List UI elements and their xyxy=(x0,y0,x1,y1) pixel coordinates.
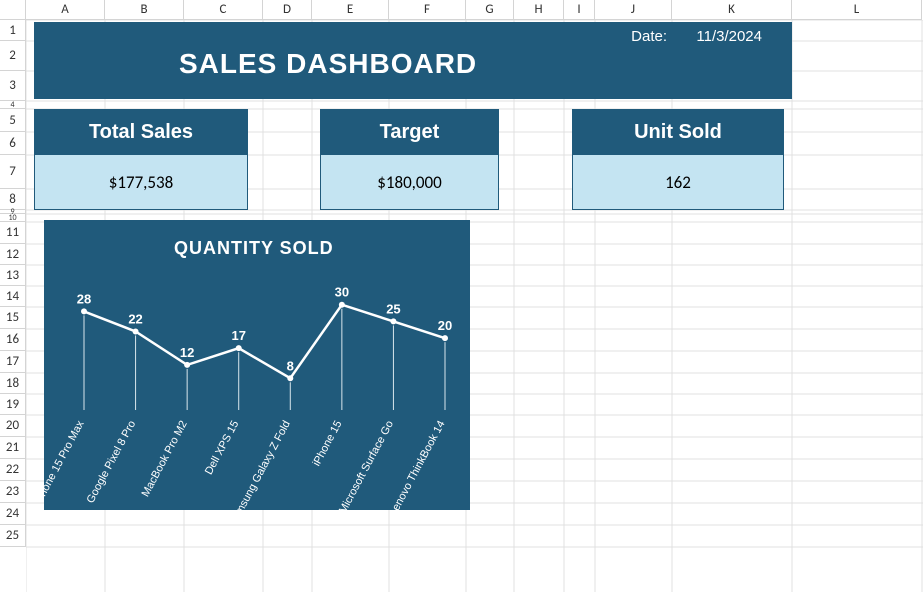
row-header-20[interactable]: 20 xyxy=(0,415,26,437)
column-header-I[interactable]: I xyxy=(564,0,595,20)
row-header-21[interactable]: 21 xyxy=(0,437,26,459)
row-header-4[interactable]: 4 xyxy=(0,101,26,109)
row-header-10[interactable]: 10 xyxy=(0,214,26,222)
row-header-7[interactable]: 7 xyxy=(0,155,26,189)
column-header-D[interactable]: D xyxy=(263,0,312,20)
column-header-E[interactable]: E xyxy=(312,0,389,20)
row-header-23[interactable]: 23 xyxy=(0,481,26,503)
svg-text:Google Pixel 8 Pro: Google Pixel 8 Pro xyxy=(85,419,139,506)
column-headers: ABCDEFGHIJKL xyxy=(26,0,922,20)
kpi-header-0: Total Sales xyxy=(34,109,248,155)
row-header-15[interactable]: 15 xyxy=(0,307,26,329)
column-header-A[interactable]: A xyxy=(26,0,105,20)
row-header-11[interactable]: 11 xyxy=(0,222,26,244)
date-value: 11/3/2024 xyxy=(696,28,762,45)
svg-text:Lenovo ThinkBook 14: Lenovo ThinkBook 14 xyxy=(387,419,447,510)
svg-text:iPhone 15: iPhone 15 xyxy=(311,419,345,468)
row-header-22[interactable]: 22 xyxy=(0,459,26,481)
row-header-19[interactable]: 19 xyxy=(0,394,26,415)
kpi-header-2: Unit Sold xyxy=(572,109,784,155)
svg-text:MacBook Pro M2: MacBook Pro M2 xyxy=(140,419,190,499)
column-header-G[interactable]: G xyxy=(466,0,514,20)
quantity-sold-chart: QUANTITY SOLD 28iPhone 15 Pro Max22Googl… xyxy=(44,220,470,510)
kpi-value-1: $180,000 xyxy=(320,155,499,210)
svg-text:iPhone 15 Pro Max: iPhone 15 Pro Max xyxy=(44,418,87,507)
svg-text:8: 8 xyxy=(287,358,294,373)
row-header-3[interactable]: 3 xyxy=(0,71,26,101)
row-header-25[interactable]: 25 xyxy=(0,525,26,547)
date-label: Date: xyxy=(631,28,667,45)
row-header-17[interactable]: 17 xyxy=(0,351,26,373)
kpi-value-0: $177,538 xyxy=(34,155,248,210)
row-header-16[interactable]: 16 xyxy=(0,329,26,351)
kpi-value-2: 162 xyxy=(572,155,784,210)
row-header-2[interactable]: 2 xyxy=(0,41,26,71)
column-header-K[interactable]: K xyxy=(672,0,792,20)
svg-text:30: 30 xyxy=(335,285,349,300)
svg-text:Microsoft Surface Go: Microsoft Surface Go xyxy=(337,419,396,510)
row-header-18[interactable]: 18 xyxy=(0,373,26,394)
column-header-B[interactable]: B xyxy=(105,0,184,20)
row-header-13[interactable]: 13 xyxy=(0,265,26,286)
kpi-header-1: Target xyxy=(320,109,499,155)
select-all-corner[interactable] xyxy=(0,0,26,20)
row-header-5[interactable]: 5 xyxy=(0,109,26,132)
column-header-H[interactable]: H xyxy=(514,0,564,20)
svg-text:28: 28 xyxy=(77,291,91,306)
column-header-L[interactable]: L xyxy=(792,0,922,20)
svg-text:25: 25 xyxy=(386,301,400,316)
column-header-F[interactable]: F xyxy=(389,0,466,20)
row-header-6[interactable]: 6 xyxy=(0,132,26,155)
row-header-24[interactable]: 24 xyxy=(0,503,26,525)
row-header-14[interactable]: 14 xyxy=(0,286,26,307)
row-headers: 1234567891011121314151617181920212223242… xyxy=(0,20,26,547)
worksheet[interactable]: SALES DASHBOARD Date: 11/3/2024 Total Sa… xyxy=(26,20,923,592)
column-header-J[interactable]: J xyxy=(595,0,672,20)
svg-text:22: 22 xyxy=(128,311,142,326)
svg-text:20: 20 xyxy=(438,318,452,333)
svg-text:Dell XPS 15: Dell XPS 15 xyxy=(203,419,241,477)
chart-plot-area: 28 iPhone 15 Pro Max 22 Google Pixel 8 Pro 1… xyxy=(44,220,470,510)
svg-text:12: 12 xyxy=(180,345,194,360)
dashboard-header: SALES DASHBOARD Date: 11/3/2024 xyxy=(34,22,792,99)
row-header-1[interactable]: 1 xyxy=(0,20,26,41)
svg-text:17: 17 xyxy=(231,328,245,343)
dashboard-title: SALES DASHBOARD xyxy=(179,48,477,80)
column-header-C[interactable]: C xyxy=(184,0,263,20)
row-header-12[interactable]: 12 xyxy=(0,244,26,265)
